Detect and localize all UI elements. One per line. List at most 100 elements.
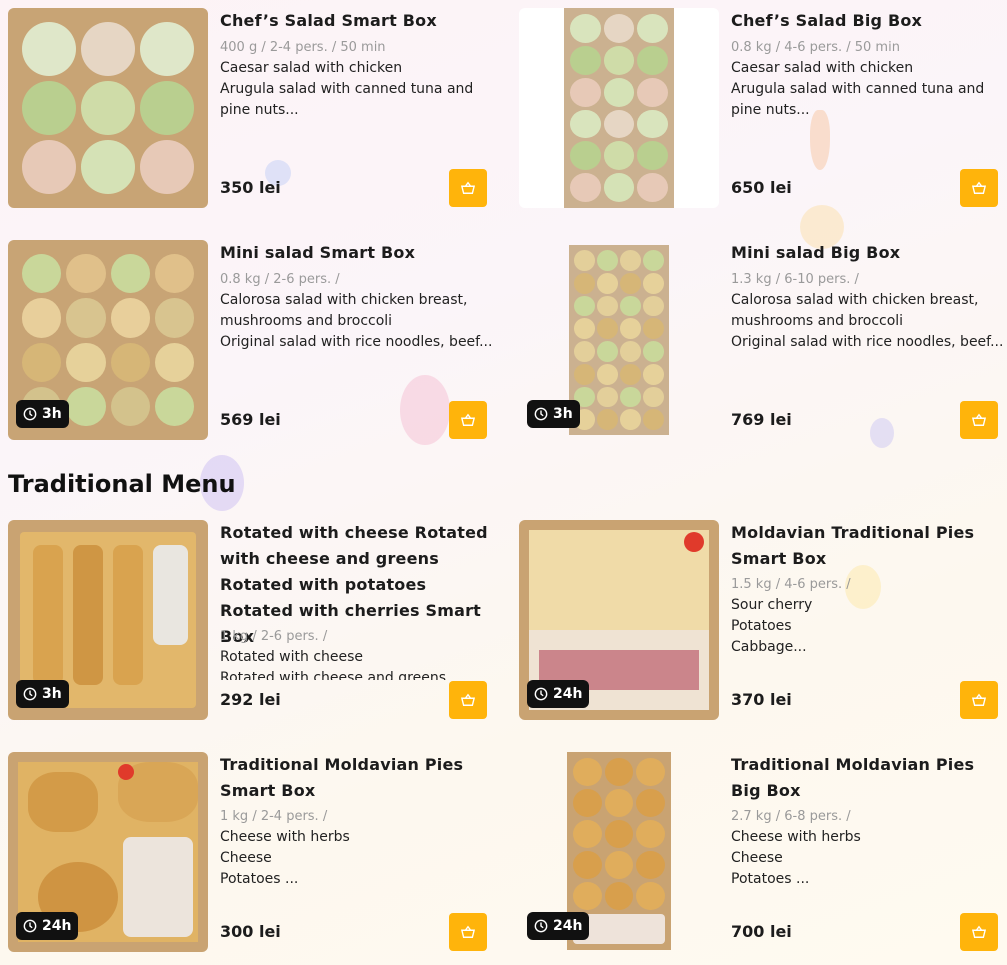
product-title[interactable]: Chef’s Salad Smart Box: [220, 8, 490, 34]
product-image[interactable]: 3h: [8, 520, 208, 720]
product-description: Caesar salad with chicken Arugula salad …: [220, 58, 495, 121]
time-badge-label: 24h: [42, 918, 72, 934]
product-image[interactable]: [8, 8, 208, 208]
time-badge: 3h: [16, 400, 69, 428]
product-title[interactable]: Mini salad Big Box: [731, 240, 1001, 266]
description-line: Sour cherry: [731, 597, 813, 613]
time-badge: 24h: [16, 912, 79, 940]
product-price: 569 lei: [220, 410, 281, 429]
product-price: 350 lei: [220, 178, 281, 197]
product-meta: 1.5 kg / 4-6 pers. /: [731, 577, 851, 592]
product-card[interactable]: 3h Rotated with cheese Rotated with chee…: [8, 520, 498, 725]
product-image[interactable]: [519, 8, 719, 208]
basket-icon: [972, 413, 986, 426]
product-title[interactable]: Moldavian Traditional Pies Smart Box: [731, 520, 1001, 572]
add-to-cart-button[interactable]: [960, 169, 998, 207]
description-line: Cheese with herbs: [220, 829, 350, 845]
time-badge-label: 24h: [553, 686, 583, 702]
description-line: pine nuts...: [731, 102, 810, 118]
basket-icon: [972, 181, 986, 194]
product-price: 370 lei: [731, 690, 792, 709]
product-price: 300 lei: [220, 922, 281, 941]
add-to-cart-button[interactable]: [449, 681, 487, 719]
description-line: Original salad with rice noodles, beef..…: [731, 334, 1004, 350]
product-card[interactable]: 3h Mini salad Big Box 1.3 kg / 6-10 pers…: [519, 240, 1007, 445]
product-card[interactable]: 3h Mini salad Smart Box 0.8 kg / 2-6 per…: [8, 240, 498, 445]
add-to-cart-button[interactable]: [960, 401, 998, 439]
clock-icon: [534, 407, 548, 421]
product-meta: 0.8 kg / 2-6 pers. /: [220, 272, 340, 287]
product-price: 650 lei: [731, 178, 792, 197]
description-line: Calorosa salad with chicken breast,: [731, 292, 979, 308]
product-price: 292 lei: [220, 690, 281, 709]
add-to-cart-button[interactable]: [960, 913, 998, 951]
product-card[interactable]: Chef’s Salad Big Box 0.8 kg / 4-6 pers. …: [519, 8, 1007, 213]
product-description: Rotated with cheese Rotated with cheese …: [220, 647, 495, 680]
product-title[interactable]: Chef’s Salad Big Box: [731, 8, 1001, 34]
description-line: Caesar salad with chicken: [731, 60, 914, 76]
description-line: Potatoes ...: [220, 871, 299, 887]
clock-icon: [23, 407, 37, 421]
product-card[interactable]: 24h Traditional Moldavian Pies Smart Box…: [8, 752, 498, 957]
basket-icon: [461, 693, 475, 706]
product-price: 700 lei: [731, 922, 792, 941]
clock-icon: [534, 919, 548, 933]
time-badge-label: 3h: [553, 406, 573, 422]
description-line: Rotated with cheese: [220, 649, 364, 665]
product-title[interactable]: Mini salad Smart Box: [220, 240, 490, 266]
description-line: mushrooms and broccoli: [220, 313, 393, 329]
product-description: Caesar salad with chicken Arugula salad …: [731, 58, 1006, 121]
description-line: Rotated with cheese and greens: [220, 670, 446, 680]
add-to-cart-button[interactable]: [449, 169, 487, 207]
description-line: Cheese with herbs: [731, 829, 861, 845]
product-description: Calorosa salad with chicken breast, mush…: [220, 290, 495, 353]
product-meta: 1 kg / 2-6 pers. /: [220, 629, 328, 644]
description-line: Potatoes: [731, 618, 792, 634]
basket-icon: [461, 925, 475, 938]
time-badge: 3h: [527, 400, 580, 428]
description-line: Arugula salad with canned tuna and: [220, 81, 474, 97]
product-meta: 0.8 kg / 4-6 pers. / 50 min: [731, 40, 900, 55]
product-card[interactable]: 24h Moldavian Traditional Pies Smart Box…: [519, 520, 1007, 725]
product-description: Cheese with herbs Cheese Potatoes ...: [731, 827, 1006, 890]
basket-icon: [461, 181, 475, 194]
description-line: Potatoes ...: [731, 871, 810, 887]
add-to-cart-button[interactable]: [449, 401, 487, 439]
description-line: pine nuts...: [220, 102, 299, 118]
clock-icon: [23, 687, 37, 701]
product-image[interactable]: 3h: [8, 240, 208, 440]
product-meta: 400 g / 2-4 pers. / 50 min: [220, 40, 386, 55]
product-card[interactable]: Chef’s Salad Smart Box 400 g / 2-4 pers.…: [8, 8, 498, 213]
clock-icon: [23, 919, 37, 933]
description-line: Cabbage...: [731, 639, 807, 655]
product-meta: 1 kg / 2-4 pers. /: [220, 809, 328, 824]
basket-icon: [972, 693, 986, 706]
description-line: Caesar salad with chicken: [220, 60, 403, 76]
product-image[interactable]: 3h: [519, 240, 719, 440]
basket-icon: [972, 925, 986, 938]
product-price: 769 lei: [731, 410, 792, 429]
description-line: Original salad with rice noodles, beef..…: [220, 334, 493, 350]
product-meta: 1.3 kg / 6-10 pers. /: [731, 272, 859, 287]
time-badge-label: 24h: [553, 918, 583, 934]
product-image[interactable]: 24h: [8, 752, 208, 952]
product-description: Sour cherry Potatoes Cabbage...: [731, 595, 1006, 658]
time-badge-label: 3h: [42, 406, 62, 422]
time-badge: 24h: [527, 680, 590, 708]
description-line: Arugula salad with canned tuna and: [731, 81, 985, 97]
description-line: Calorosa salad with chicken breast,: [220, 292, 468, 308]
product-meta: 2.7 kg / 6-8 pers. /: [731, 809, 851, 824]
product-title[interactable]: Traditional Moldavian Pies Big Box: [731, 752, 1001, 804]
basket-icon: [461, 413, 475, 426]
section-title: Traditional Menu: [8, 470, 236, 498]
add-to-cart-button[interactable]: [960, 681, 998, 719]
add-to-cart-button[interactable]: [449, 913, 487, 951]
time-badge: 3h: [16, 680, 69, 708]
description-line: Cheese: [731, 850, 783, 866]
product-title[interactable]: Traditional Moldavian Pies Smart Box: [220, 752, 490, 804]
product-image[interactable]: 24h: [519, 752, 719, 952]
product-card[interactable]: 24h Traditional Moldavian Pies Big Box 2…: [519, 752, 1007, 957]
product-description: Calorosa salad with chicken breast, mush…: [731, 290, 1006, 353]
product-image[interactable]: 24h: [519, 520, 719, 720]
clock-icon: [534, 687, 548, 701]
